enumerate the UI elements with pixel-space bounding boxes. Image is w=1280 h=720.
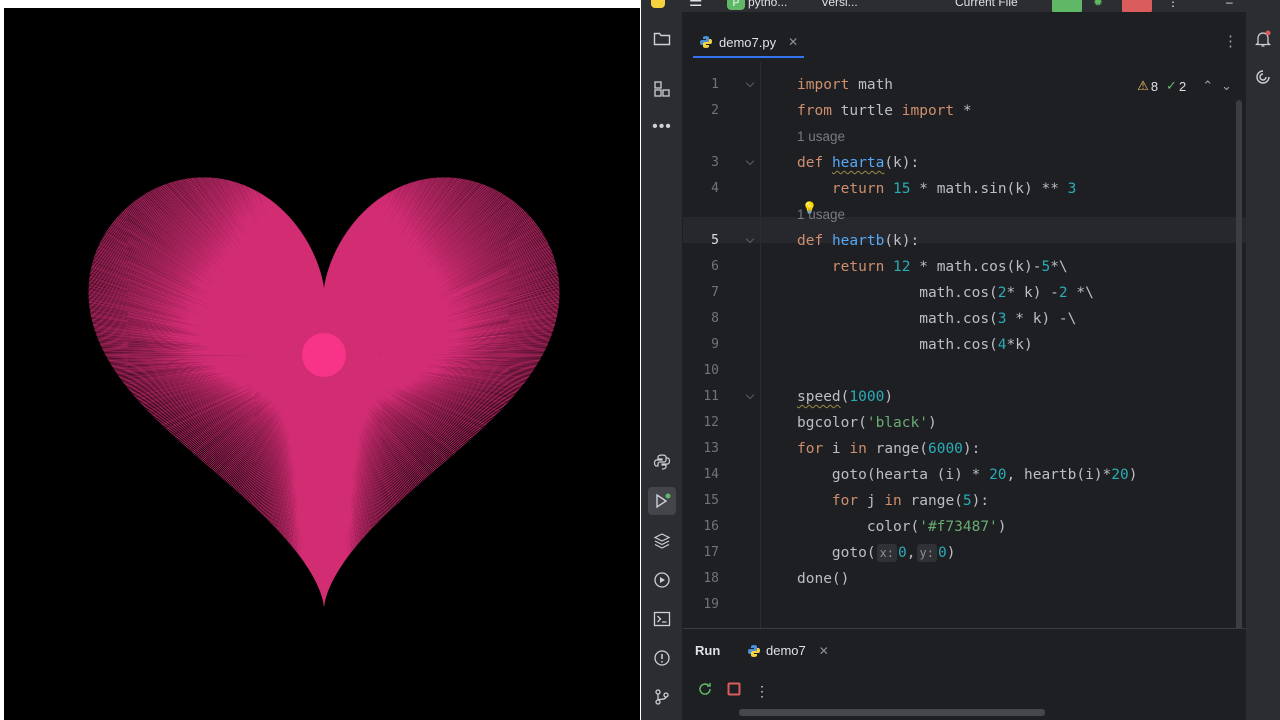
line-number: 19	[703, 597, 719, 612]
run-tool-window: Run demo7 ✕ ⋮	[683, 628, 1246, 720]
heart-rays	[88, 177, 560, 607]
code-editor[interactable]: demo7.py ✕ ⋮ ⚠ 8 ✓ 2 ⌃ ⌄ 1 2 3 4 5 6 7 8 9 10 11 12…	[683, 12, 1246, 634]
python-run-icon	[748, 644, 760, 657]
python-console-icon[interactable]	[651, 451, 673, 473]
console-scrollbar[interactable]	[739, 709, 1045, 716]
services-icon[interactable]	[651, 569, 673, 591]
git-icon[interactable]	[651, 686, 673, 708]
problems-icon[interactable]	[651, 647, 673, 669]
project-folder-icon[interactable]	[651, 28, 673, 50]
run-tab-label: demo7	[766, 643, 806, 658]
run-tab-demo7[interactable]: demo7 ✕	[747, 643, 829, 658]
turtle-canvas	[4, 8, 640, 720]
left-toolbar: •••	[641, 12, 683, 720]
code-line[interactable]: from turtle import *	[797, 98, 972, 124]
line-number: 6	[711, 259, 719, 274]
more-tools-icon[interactable]: •••	[651, 116, 673, 138]
code-line[interactable]: math.cos(4*k)	[797, 332, 1033, 358]
app-logo-icon[interactable]	[651, 0, 665, 8]
line-number: 3	[711, 155, 719, 170]
run-config-selector[interactable]: Current File	[955, 0, 1018, 11]
editor-scrollbar[interactable]	[1236, 100, 1242, 634]
project-name[interactable]: pytho...	[748, 0, 787, 11]
line-number: 18	[703, 571, 719, 586]
line-number: 1	[711, 77, 719, 92]
debug-icon[interactable]: ✹	[1093, 0, 1103, 11]
code-line[interactable]: speed(1000)	[797, 384, 893, 410]
code-line[interactable]: bgcolor('black')	[797, 410, 937, 436]
run-tool-icon[interactable]	[648, 487, 676, 515]
code-area[interactable]: import math from turtle import * 1 usage de…	[761, 62, 1236, 628]
ide-titlebar: ☰ P pytho... Versi... Current File ✹ ⋮ –	[641, 0, 1280, 12]
python-packages-icon[interactable]	[651, 530, 673, 552]
line-number-gutter: 1 2 3 4 5 6 7 8 9 10 11 12 13 14 15 16 17 18 19	[683, 62, 761, 628]
code-line[interactable]: goto(x: 0, y: 0)	[797, 540, 955, 566]
ai-assistant-icon[interactable]	[1252, 66, 1274, 88]
run-more-icon[interactable]: ⋮	[755, 683, 769, 700]
line-number: 15	[703, 493, 719, 508]
code-line[interactable]: for j in range(5):	[797, 488, 989, 514]
heart-center	[302, 333, 346, 377]
line-number: 12	[703, 415, 719, 430]
line-number: 16	[703, 519, 719, 534]
line-number: 8	[711, 311, 719, 326]
close-tab-icon[interactable]: ✕	[788, 35, 798, 49]
code-line[interactable]: def hearta(k):	[797, 150, 919, 176]
editor-tab-demo7[interactable]: demo7.py ✕	[693, 28, 805, 58]
line-number: 13	[703, 441, 719, 456]
notifications-icon[interactable]	[1252, 28, 1274, 50]
line-number: 10	[703, 363, 719, 378]
line-number: 14	[703, 467, 719, 482]
terminal-icon[interactable]	[651, 608, 673, 630]
code-line[interactable]: goto(hearta (i) * 20, heartb(i)*20)	[797, 462, 1138, 488]
main-menu-icon[interactable]: ☰	[689, 0, 702, 11]
line-number: 9	[711, 337, 719, 352]
project-badge[interactable]: P	[727, 0, 745, 10]
run-panel-title: Run	[695, 643, 721, 658]
editor-tabbar: demo7.py ✕ ⋮	[683, 28, 1246, 58]
vcs-widget[interactable]: Versi...	[821, 0, 858, 11]
code-line[interactable]: color('#f73487')	[797, 514, 1007, 540]
code-line[interactable]: done()	[797, 566, 849, 592]
tab-options-icon[interactable]: ⋮	[1223, 32, 1238, 50]
structure-icon[interactable]	[651, 78, 673, 100]
code-line[interactable]: import math	[797, 72, 893, 98]
minimize-icon[interactable]: –	[1226, 0, 1233, 11]
intention-bulb-icon[interactable]: 💡	[802, 201, 817, 215]
code-line[interactable]: def heartb(k):	[797, 228, 919, 254]
more-actions-icon[interactable]: ⋮	[1167, 0, 1179, 11]
code-line[interactable]: return 15 * math.sin(k) ** 3	[797, 176, 1076, 202]
fold-marker-icon[interactable]	[745, 390, 755, 400]
line-number: 11	[703, 389, 719, 404]
heart-drawing	[88, 177, 560, 607]
code-line[interactable]: for i in range(6000):	[797, 436, 980, 462]
code-line[interactable]: math.cos(2* k) -2 *\	[797, 280, 1094, 306]
run-button[interactable]	[1052, 0, 1082, 12]
fold-marker-icon[interactable]	[745, 78, 755, 88]
code-line[interactable]: return 12 * math.cos(k)-5*\	[797, 254, 1068, 280]
line-number: 2	[711, 103, 719, 118]
code-line[interactable]: math.cos(3 * k) -\	[797, 306, 1076, 332]
line-number: 17	[703, 545, 719, 560]
ide-window: ☰ P pytho... Versi... Current File ✹ ⋮ –…	[641, 0, 1280, 720]
turtle-window	[0, 0, 641, 720]
usage-inlay[interactable]: 1 usage	[797, 124, 845, 150]
close-run-tab-icon[interactable]: ✕	[819, 644, 829, 658]
fold-marker-icon[interactable]	[745, 234, 755, 244]
right-toolbar	[1246, 12, 1280, 720]
line-number: 5	[711, 233, 719, 248]
line-number: 7	[711, 285, 719, 300]
run-toolbar: ⋮	[697, 681, 769, 702]
editor-tab-label: demo7.py	[719, 34, 777, 50]
stop-button[interactable]	[1122, 0, 1152, 12]
line-number: 4	[711, 181, 719, 196]
fold-marker-icon[interactable]	[745, 156, 755, 166]
stop-icon[interactable]	[727, 682, 741, 701]
rerun-icon[interactable]	[697, 681, 713, 702]
python-file-icon	[700, 36, 712, 48]
